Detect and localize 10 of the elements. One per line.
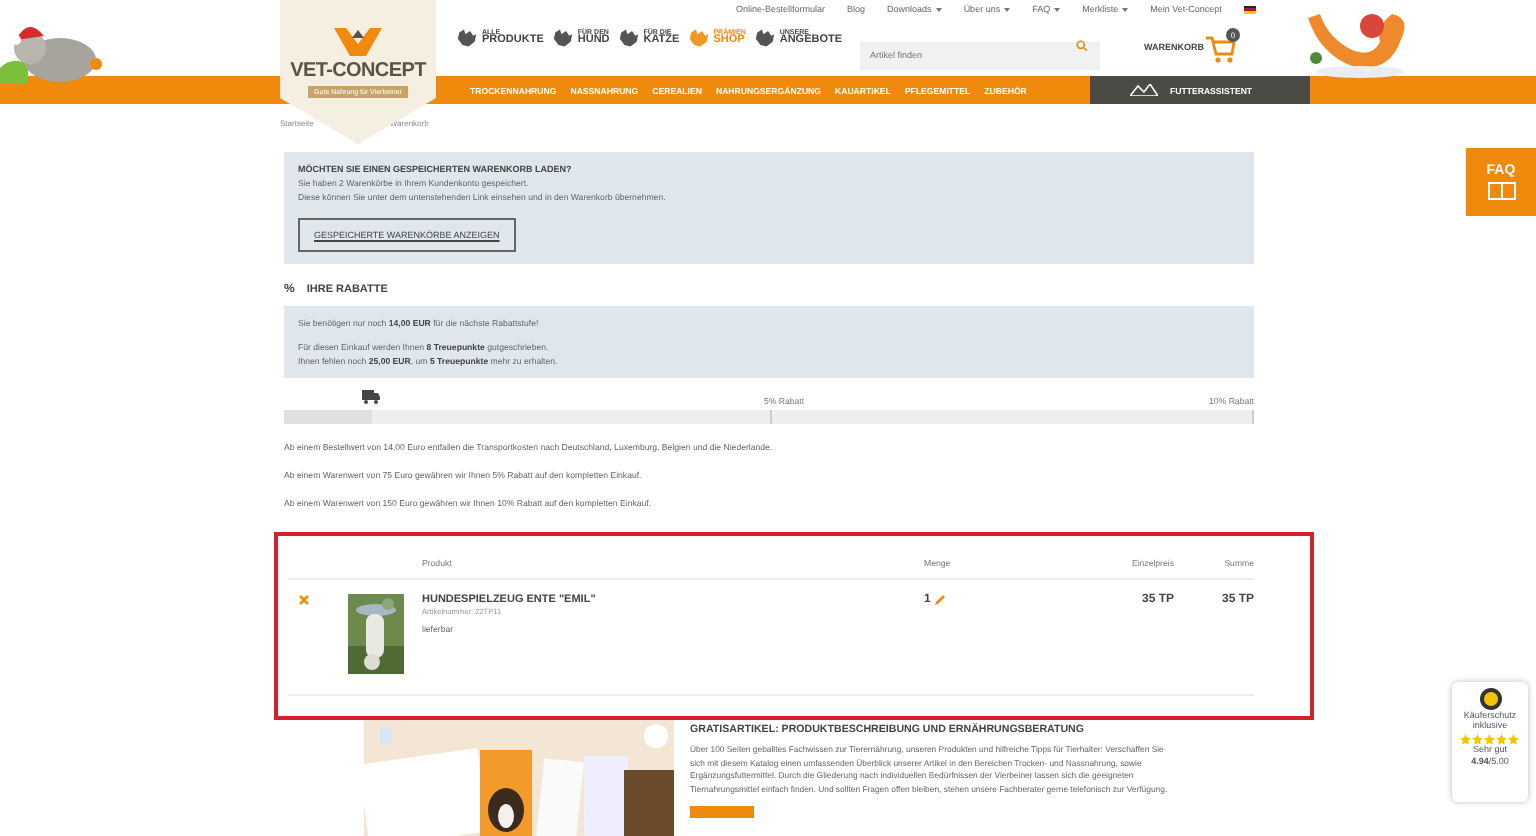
search-icon[interactable]	[1076, 40, 1088, 52]
seal-icon	[1479, 688, 1501, 710]
pencil-icon[interactable]	[934, 594, 947, 606]
truck-icon	[361, 390, 380, 404]
mountain-icon	[1130, 84, 1158, 96]
logo-icon	[334, 28, 382, 56]
book-icon	[1487, 182, 1515, 200]
german-flag-icon[interactable]	[1243, 5, 1256, 13]
cart-icon	[1204, 32, 1236, 64]
remove-button[interactable]	[298, 594, 310, 606]
